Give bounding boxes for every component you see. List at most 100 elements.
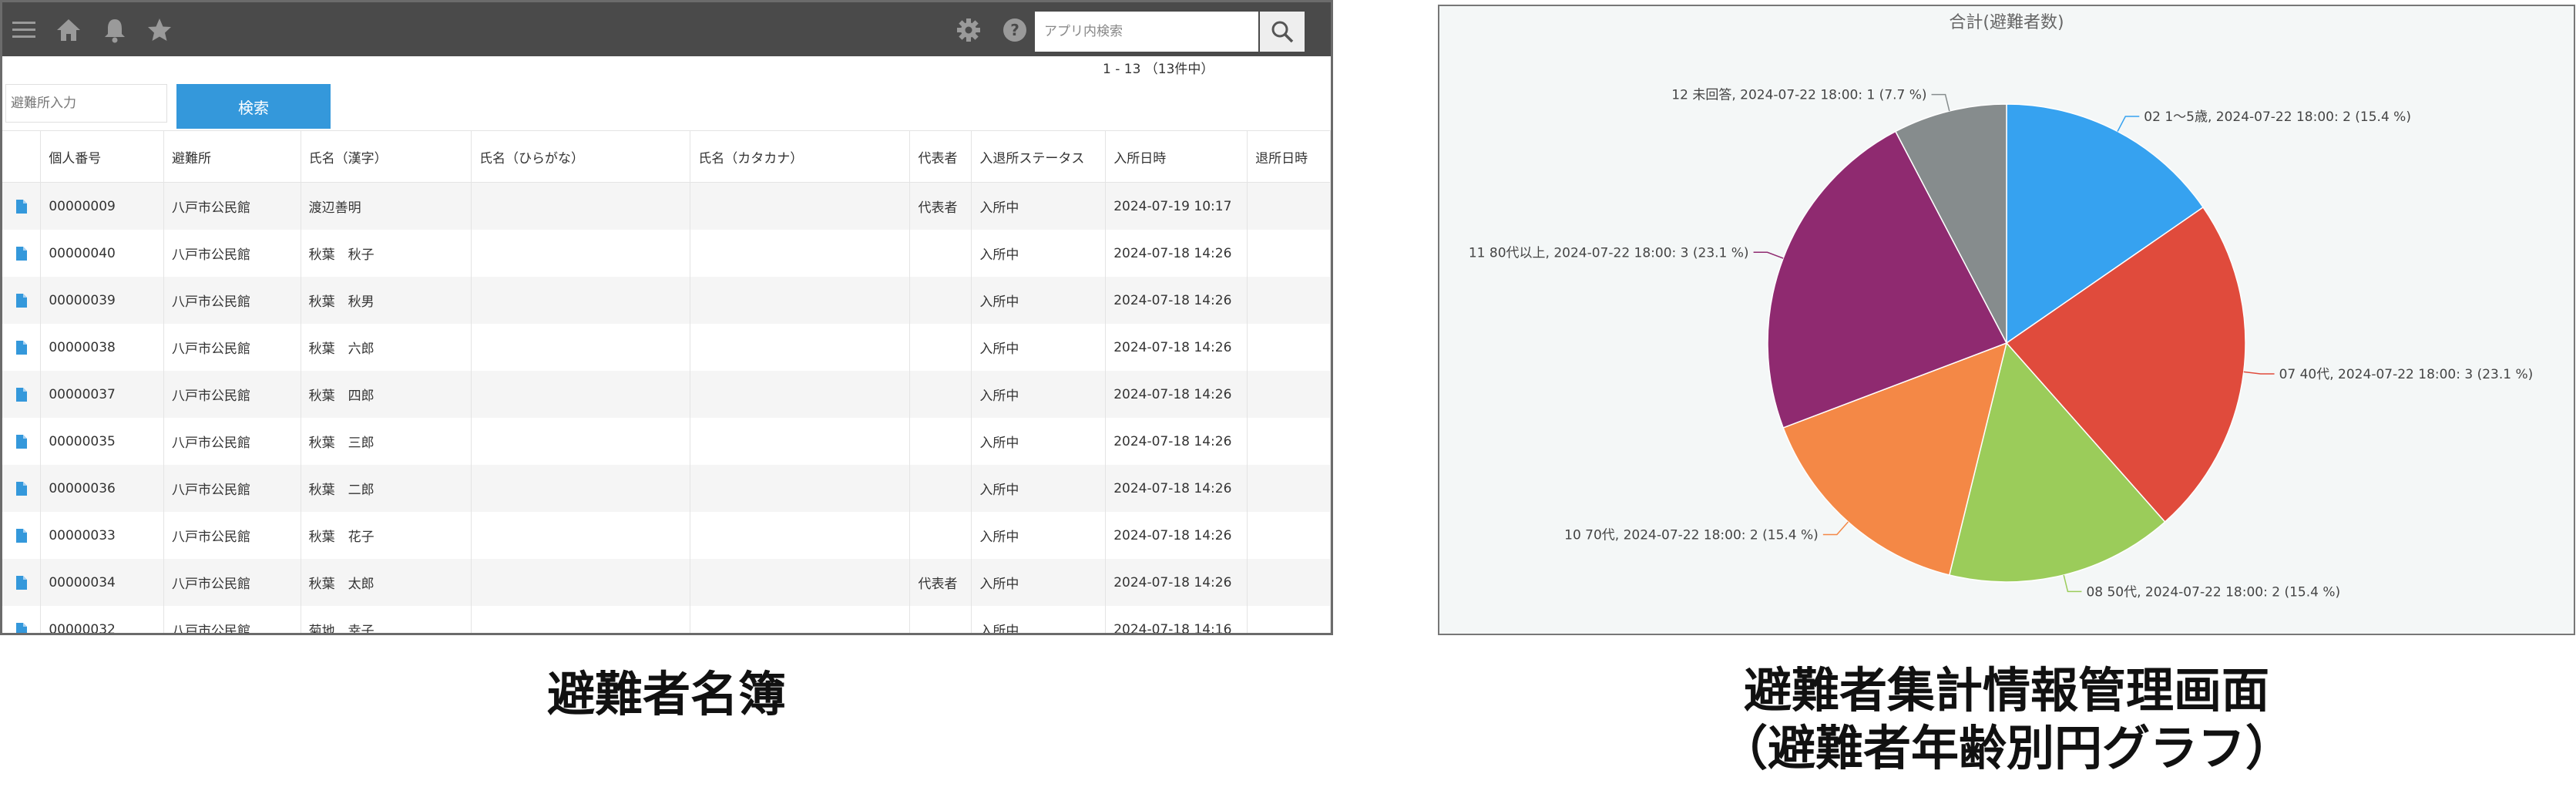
cell-exit [1247,559,1331,606]
document-icon[interactable] [15,434,28,449]
top-bar: ? [2,2,1331,56]
pager-count: 1 - 13 （13件中） [1103,62,1214,77]
cell-shelter: 八戸市公民館 [163,512,301,559]
help-icon[interactable]: ? [1001,16,1029,44]
gear-icon[interactable] [955,16,982,44]
cell-shelter: 八戸市公民館 [163,559,301,606]
cell-name-kanji: 秋葉 秋子 [301,230,472,277]
cell-exit [1247,465,1331,512]
cell-status: 入所中 [971,182,1107,230]
row-detail-cell[interactable] [2,371,42,418]
shelter-filter-input[interactable] [5,84,167,123]
cell-shelter: 八戸市公民館 [163,277,301,324]
column-header-name-kanji[interactable]: 氏名（漢字） [301,130,472,183]
table-row[interactable]: 00000033 八戸市公民館 秋葉 花子 入所中 2024-07-18 14:26 [2,512,1331,559]
document-icon[interactable] [15,340,28,355]
app-search-button[interactable] [1260,12,1305,52]
cell-entry: 2024-07-18 14:26 [1105,230,1248,277]
row-detail-cell[interactable] [2,465,42,512]
cell-name-katakana [690,182,911,230]
cell-name-kanji: 秋葉 三郎 [301,418,472,465]
cell-name-katakana [690,606,911,633]
row-detail-cell[interactable] [2,182,42,230]
document-icon[interactable] [15,387,28,402]
column-header-status[interactable]: 入退所ステータス [971,130,1107,183]
column-header-name-katakana[interactable]: 氏名（カタカナ） [690,130,911,183]
column-header-exit[interactable]: 退所日時 [1247,130,1331,183]
pie-slice-label: 07 40代, 2024-07-22 18:00: 3 (23.1 %) [2279,367,2534,382]
pie-label-connector-0 [2117,116,2140,132]
column-header-representative[interactable]: 代表者 [909,130,972,183]
cell-status: 入所中 [971,371,1107,418]
table-row[interactable]: 00000039 八戸市公民館 秋葉 秋男 入所中 2024-07-18 14:26 [2,277,1331,324]
home-icon[interactable] [55,16,82,44]
table-row[interactable]: 00000040 八戸市公民館 秋葉 秋子 入所中 2024-07-18 14:26 [2,230,1331,277]
cell-name-hiragana [471,277,691,324]
cell-entry: 2024-07-18 14:26 [1105,512,1248,559]
row-detail-cell[interactable] [2,559,42,606]
cell-id: 00000038 [40,324,164,371]
column-header [2,130,42,183]
cell-name-hiragana [471,606,691,633]
bell-icon[interactable] [101,16,129,44]
cell-id: 00000034 [40,559,164,606]
column-header-name-hiragana[interactable]: 氏名（ひらがな） [471,130,691,183]
table-row[interactable]: 00000032 八戸市公民館 菊地 幸子 入所中 2024-07-18 14:16 [2,606,1331,636]
cell-entry: 2024-07-18 14:26 [1105,277,1248,324]
column-header-id[interactable]: 個人番号 [40,130,164,183]
table-row[interactable]: 00000009 八戸市公民館 渡辺善明 代表者 入所中 2024-07-19 10:17 [2,182,1331,230]
row-detail-cell[interactable] [2,606,42,636]
document-icon[interactable] [15,481,28,496]
table-row[interactable]: 00000037 八戸市公民館 秋葉 四郎 入所中 2024-07-18 14:26 [2,371,1331,418]
cell-shelter: 八戸市公民館 [163,418,301,465]
cell-representative [909,230,972,277]
cell-name-hiragana [471,418,691,465]
cell-name-kanji: 菊地 幸子 [301,606,472,633]
table-row[interactable]: 00000036 八戸市公民館 秋葉 二郎 入所中 2024-07-18 14:26 [2,465,1331,512]
row-detail-cell[interactable] [2,277,42,324]
summary-caption-sub: （避難者年齢別円グラフ） [1719,720,2293,776]
cell-id: 00000037 [40,371,164,418]
pie-slice-label: 10 70代, 2024-07-22 18:00: 2 (15.4 %) [1564,528,1819,543]
cell-exit [1247,182,1331,230]
menu-icon[interactable] [10,16,38,44]
app-search-input[interactable] [1035,12,1258,52]
row-detail-cell[interactable] [2,418,42,465]
cell-name-kanji: 秋葉 二郎 [301,465,472,512]
cell-entry: 2024-07-18 14:16 [1105,606,1248,633]
pie-slice-label: 11 80代以上, 2024-07-22 18:00: 3 (23.1 %) [1469,245,1749,261]
chart-title: 合計(避難者数) [1949,13,2064,32]
pie-slice-label: 08 50代, 2024-07-22 18:00: 2 (15.4 %) [2086,584,2340,600]
document-icon[interactable] [15,199,28,214]
cell-name-hiragana [471,324,691,371]
row-detail-cell[interactable] [2,512,42,559]
document-icon[interactable] [15,622,28,636]
cell-name-kanji: 秋葉 四郎 [301,371,472,418]
document-icon[interactable] [15,293,28,308]
row-detail-cell[interactable] [2,230,42,277]
star-icon[interactable] [146,16,173,44]
table-row[interactable]: 00000035 八戸市公民館 秋葉 三郎 入所中 2024-07-18 14:26 [2,418,1331,465]
roster-caption: 避難者名簿 [546,666,786,722]
pie-label-connector-3 [1822,521,1849,536]
search-button[interactable]: 検索 [176,84,331,129]
table-row[interactable]: 00000038 八戸市公民館 秋葉 六郎 入所中 2024-07-18 14:26 [2,324,1331,371]
cell-id: 00000032 [40,606,164,633]
cell-name-katakana [690,230,911,277]
column-header-shelter[interactable]: 避難所 [163,130,301,183]
cell-representative: 代表者 [909,559,972,606]
document-icon[interactable] [15,246,28,261]
cell-entry: 2024-07-19 10:17 [1105,182,1248,230]
cell-status: 入所中 [971,324,1107,371]
cell-name-katakana [690,418,911,465]
column-header-entry[interactable]: 入所日時 [1105,130,1248,183]
cell-name-katakana [690,277,911,324]
pie-label-connector-4 [1753,251,1784,259]
cell-status: 入所中 [971,559,1107,606]
cell-name-kanji: 秋葉 秋男 [301,277,472,324]
document-icon[interactable] [15,575,28,590]
document-icon[interactable] [15,528,28,543]
row-detail-cell[interactable] [2,324,42,371]
table-row[interactable]: 00000034 八戸市公民館 秋葉 太郎 代表者 入所中 2024-07-18 14:2… [2,559,1331,606]
cell-exit [1247,371,1331,418]
